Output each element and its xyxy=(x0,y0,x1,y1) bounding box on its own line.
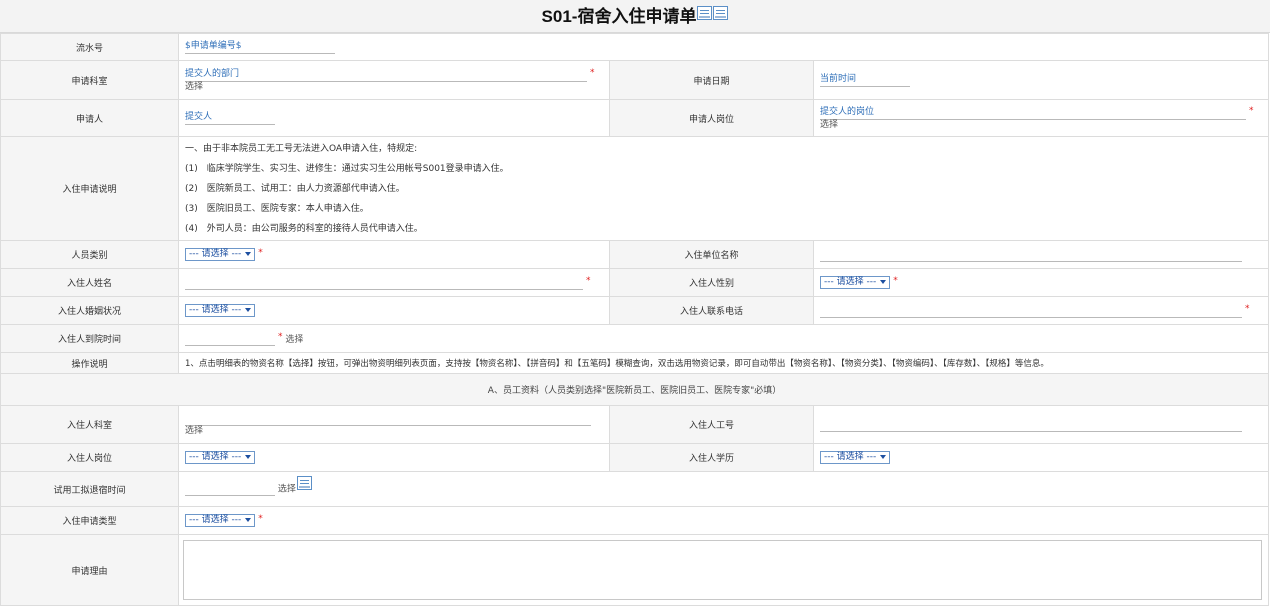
arrival-label: 入住人到院时间 xyxy=(0,324,179,353)
reason-textarea[interactable] xyxy=(183,540,1262,600)
arrival-date-input[interactable] xyxy=(185,332,275,346)
applicant-post-label: 申请人岗位 xyxy=(609,99,814,137)
note-line: 一、由于非本院员工无工号无法进入OA申请入住，特规定: xyxy=(185,143,418,154)
marital-select[interactable]: --- 请选择 --- xyxy=(185,304,256,317)
page-title: S01-宿舍入住申请单 xyxy=(541,7,697,26)
dept-field[interactable]: 提交人的部门 xyxy=(185,68,587,82)
marital-label: 入住人婚姻状况 xyxy=(0,296,179,325)
education-label: 入住人学历 xyxy=(609,443,814,472)
probation-select-link[interactable]: 选择 xyxy=(278,485,296,495)
applicant-post-select-link[interactable]: 选择 xyxy=(820,120,1262,131)
apply-date-field[interactable]: 当前时间 xyxy=(820,73,910,87)
op-note-text: 1、点击明细表的物资名称【选择】按钮，可弹出物资明细列表页面，支持按【物资名称】… xyxy=(177,352,1270,374)
chevron-down-icon xyxy=(880,454,887,459)
note-line: (3) 医院旧员工、医院专家：本人申请入住。 xyxy=(185,203,369,214)
phone-input[interactable] xyxy=(820,304,1242,318)
reason-label: 申请理由 xyxy=(0,534,179,606)
chevron-down-icon xyxy=(245,307,252,312)
unit-name-input[interactable] xyxy=(820,248,1242,262)
occ-post-select[interactable]: --- 请选择 --- xyxy=(185,451,256,464)
required-mark: * xyxy=(258,248,263,258)
unit-name-label: 入住单位名称 xyxy=(609,240,814,269)
emp-no-input[interactable] xyxy=(820,418,1242,432)
form-title-bar: S01-宿舍入住申请单 xyxy=(0,0,1270,33)
occ-dept-input[interactable] xyxy=(185,412,591,426)
serial-field[interactable]: $申请单编号$ xyxy=(185,40,335,54)
chevron-down-icon xyxy=(245,454,252,459)
gender-label: 入住人性别 xyxy=(609,268,814,297)
document-icon[interactable] xyxy=(713,5,729,20)
op-note-label: 操作说明 xyxy=(0,352,179,374)
chevron-down-icon xyxy=(880,279,887,284)
gender-select[interactable]: --- 请选择 --- xyxy=(820,276,891,289)
occ-dept-label: 入住人科室 xyxy=(0,405,179,444)
required-mark: * xyxy=(590,67,595,78)
arrival-select-link[interactable]: 选择 xyxy=(285,335,303,345)
probation-date-input[interactable] xyxy=(185,482,275,496)
dept-label: 申请科室 xyxy=(0,60,179,100)
note-line: (4) 外司人员：由公司服务的科室的接待人员代申请入住。 xyxy=(185,223,423,234)
required-mark: * xyxy=(278,331,283,342)
applicant-post-field[interactable]: 提交人的岗位 xyxy=(820,106,1246,120)
application-form-table: 流水号 $申请单编号$ 申请科室 提交人的部门 * 选择 申请日期 当前时间 申请… xyxy=(0,33,1270,606)
apply-type-label: 入住申请类型 xyxy=(0,506,179,535)
applicant-field[interactable]: 提交人 xyxy=(185,111,275,125)
apply-type-select[interactable]: --- 请选择 --- xyxy=(185,514,256,527)
serial-label: 流水号 xyxy=(0,33,179,61)
required-mark: * xyxy=(258,514,263,524)
section-a-header: A、员工资料（人员类别选择"医院新员工、医院旧员工、医院专家"必填） xyxy=(0,373,1270,406)
document-icon[interactable] xyxy=(697,5,713,20)
phone-label: 入住人联系电话 xyxy=(609,296,814,325)
occupant-name-input[interactable] xyxy=(185,276,583,290)
notes-label: 入住申请说明 xyxy=(0,136,179,241)
note-line: (2) 医院新员工、试用工：由人力资源部代申请入住。 xyxy=(185,183,405,194)
required-mark: * xyxy=(893,276,898,286)
probation-label: 试用工拟退宿时间 xyxy=(0,471,179,507)
occ-post-label: 入住人岗位 xyxy=(0,443,179,472)
apply-date-label: 申请日期 xyxy=(609,60,814,100)
required-mark: * xyxy=(586,275,591,286)
occ-dept-select-link[interactable]: 选择 xyxy=(185,426,603,437)
note-line: (1) 临床学院学生、实习生、进修生：通过实习生公用帐号S001登录申请入住。 xyxy=(185,163,509,174)
chevron-down-icon xyxy=(245,251,252,256)
person-type-label: 人员类别 xyxy=(0,240,179,269)
applicant-label: 申请人 xyxy=(0,99,179,137)
education-select[interactable]: --- 请选择 --- xyxy=(820,451,891,464)
required-mark: * xyxy=(1249,105,1254,116)
occupant-name-label: 入住人姓名 xyxy=(0,268,179,297)
dept-select-link[interactable]: 选择 xyxy=(185,82,603,93)
emp-no-label: 入住人工号 xyxy=(609,405,814,444)
chevron-down-icon xyxy=(245,517,252,522)
required-mark: * xyxy=(1245,303,1250,314)
person-type-select[interactable]: --- 请选择 --- xyxy=(185,248,256,261)
calendar-icon[interactable] xyxy=(296,476,312,490)
